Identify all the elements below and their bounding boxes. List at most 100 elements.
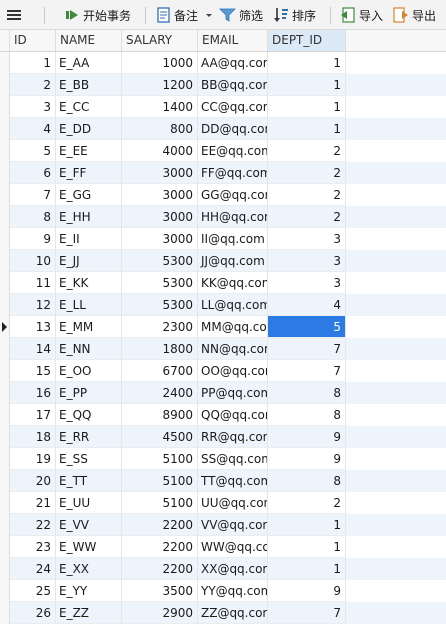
cell-email[interactable]: GG@qq.com bbox=[198, 184, 268, 206]
row-indicator[interactable] bbox=[0, 184, 10, 206]
cell-email[interactable]: MM@qq.com bbox=[198, 316, 268, 338]
table-row[interactable]: 19 E_SS 5100 SS@qq.com 9 bbox=[0, 448, 446, 470]
cell-email[interactable]: OO@qq.com bbox=[198, 360, 268, 382]
cell-id[interactable]: 9 bbox=[10, 228, 56, 250]
cell-dept-id[interactable]: 1 bbox=[268, 536, 346, 558]
cell-email[interactable]: WW@qq.com bbox=[198, 536, 268, 558]
cell-salary[interactable]: 5100 bbox=[122, 448, 198, 470]
table-row[interactable]: 23E_WW2200WW@qq.com1 bbox=[0, 536, 446, 558]
cell-dept-id[interactable]: 2 bbox=[268, 162, 346, 184]
cell-name[interactable]: E_II bbox=[56, 228, 122, 250]
cell-dept-id[interactable]: 3 bbox=[268, 272, 346, 294]
column-header-dept-id[interactable]: DEPT_ID bbox=[268, 30, 346, 51]
table-row[interactable]: 22 E_VV 2200 VV@qq.com 1 bbox=[0, 514, 446, 536]
cell-dept-id[interactable]: 2 bbox=[268, 206, 346, 228]
cell-dept-id[interactable]: 2 bbox=[268, 492, 346, 514]
table-row[interactable]: 15E_OO6700OO@qq.com7 bbox=[0, 360, 446, 382]
cell-salary[interactable]: 3000 bbox=[122, 228, 198, 250]
row-indicator[interactable] bbox=[0, 272, 10, 294]
row-indicator[interactable] bbox=[0, 52, 10, 74]
cell-name[interactable]: E_HH bbox=[56, 206, 122, 228]
cell-salary[interactable]: 6700 bbox=[122, 360, 198, 382]
cell-name[interactable]: E_PP bbox=[56, 382, 122, 404]
cell-email[interactable]: UU@qq.com bbox=[198, 492, 268, 514]
row-indicator[interactable] bbox=[0, 74, 10, 96]
cell-id[interactable]: 5 bbox=[10, 140, 56, 162]
cell-id[interactable]: 22 bbox=[10, 514, 56, 536]
cell-id[interactable]: 14 bbox=[10, 338, 56, 360]
cell-salary[interactable]: 1800 bbox=[122, 338, 198, 360]
cell-id[interactable]: 24 bbox=[10, 558, 56, 580]
table-row[interactable]: 17E_QQ8900QQ@qq.com8 bbox=[0, 404, 446, 426]
cell-dept-id[interactable]: 3 bbox=[268, 228, 346, 250]
table-row[interactable]: 6 E_FF 3000 FF@qq.com 2 bbox=[0, 162, 446, 184]
cell-id[interactable]: 12 bbox=[10, 294, 56, 316]
cell-email[interactable]: HH@qq.com bbox=[198, 206, 268, 228]
cell-dept-id[interactable]: 2 bbox=[268, 184, 346, 206]
row-indicator[interactable] bbox=[0, 250, 10, 272]
cell-id[interactable]: 2 bbox=[10, 74, 56, 96]
row-indicator[interactable] bbox=[0, 514, 10, 536]
cell-id[interactable]: 21 bbox=[10, 492, 56, 514]
cell-email[interactable]: EE@qq.com bbox=[198, 140, 268, 162]
cell-salary[interactable]: 2200 bbox=[122, 536, 198, 558]
cell-salary[interactable]: 2400 bbox=[122, 382, 198, 404]
table-row[interactable]: 4E_DD800DD@qq.com1 bbox=[0, 118, 446, 140]
cell-name[interactable]: E_YY bbox=[56, 580, 122, 602]
table-row[interactable]: 2 E_BB 1200 BB@qq.com 1 bbox=[0, 74, 446, 96]
row-indicator[interactable] bbox=[0, 294, 10, 316]
cell-dept-id[interactable]: 1 bbox=[268, 514, 346, 536]
cell-email[interactable]: TT@qq.com bbox=[198, 470, 268, 492]
cell-name[interactable]: E_RR bbox=[56, 426, 122, 448]
cell-salary[interactable]: 8900 bbox=[122, 404, 198, 426]
row-indicator[interactable] bbox=[0, 206, 10, 228]
data-grid[interactable]: ID NAME SALARY EMAIL DEPT_ID 1 E_AA 1000 AA… bbox=[0, 30, 446, 643]
cell-dept-id[interactable]: 9 bbox=[268, 580, 346, 602]
filter-button[interactable]: 筛选 bbox=[219, 5, 263, 25]
cell-id[interactable]: 8 bbox=[10, 206, 56, 228]
cell-name[interactable]: E_BB bbox=[56, 74, 122, 96]
note-button[interactable]: 备注 bbox=[156, 5, 214, 25]
cell-dept-id[interactable]: 9 bbox=[268, 426, 346, 448]
cell-dept-id[interactable]: 7 bbox=[268, 338, 346, 360]
row-indicator[interactable] bbox=[0, 580, 10, 602]
cell-name[interactable]: E_EE bbox=[56, 140, 122, 162]
cell-name[interactable]: E_ZZ bbox=[56, 602, 122, 624]
cell-email[interactable]: ZZ@qq.com bbox=[198, 602, 268, 624]
cell-email[interactable]: JJ@qq.com bbox=[198, 250, 268, 272]
cell-salary[interactable]: 2900 bbox=[122, 602, 198, 624]
cell-id[interactable]: 10 bbox=[10, 250, 56, 272]
table-row[interactable]: 7E_GG3000GG@qq.com2 bbox=[0, 184, 446, 206]
cell-email[interactable]: KK@qq.com bbox=[198, 272, 268, 294]
cell-email[interactable]: BB@qq.com bbox=[198, 74, 268, 96]
row-indicator[interactable] bbox=[0, 228, 10, 250]
row-indicator[interactable] bbox=[0, 338, 10, 360]
table-row[interactable]: 9 E_II 3000 II@qq.com 3 bbox=[0, 228, 446, 250]
cell-salary[interactable]: 5100 bbox=[122, 470, 198, 492]
cell-id[interactable]: 15 bbox=[10, 360, 56, 382]
cell-id[interactable]: 23 bbox=[10, 536, 56, 558]
table-row[interactable]: 25 E_YY 3500 YY@qq.com 9 bbox=[0, 580, 446, 602]
row-indicator[interactable] bbox=[0, 118, 10, 140]
cell-id[interactable]: 3 bbox=[10, 96, 56, 118]
table-row[interactable]: 24 E_XX 2200 XX@qq.com 1 bbox=[0, 558, 446, 580]
cell-salary[interactable]: 1000 bbox=[122, 52, 198, 74]
cell-salary[interactable]: 3000 bbox=[122, 162, 198, 184]
cell-name[interactable]: E_VV bbox=[56, 514, 122, 536]
table-row[interactable]: 21 E_UU 5100 UU@qq.com 2 bbox=[0, 492, 446, 514]
cell-salary[interactable]: 4500 bbox=[122, 426, 198, 448]
cell-dept-id[interactable]: 8 bbox=[268, 470, 346, 492]
column-header-salary[interactable]: SALARY bbox=[122, 30, 198, 51]
cell-email[interactable]: RR@qq.com bbox=[198, 426, 268, 448]
cell-dept-id[interactable]: 1 bbox=[268, 74, 346, 96]
table-row[interactable]: 5 E_EE 4000 EE@qq.com 2 bbox=[0, 140, 446, 162]
cell-salary[interactable]: 5300 bbox=[122, 272, 198, 294]
caret-down-icon[interactable] bbox=[204, 7, 214, 23]
sort-button[interactable]: 排序 bbox=[273, 5, 316, 25]
row-indicator[interactable] bbox=[0, 536, 10, 558]
column-header-name[interactable]: NAME bbox=[56, 30, 122, 51]
cell-salary[interactable]: 2300 bbox=[122, 316, 198, 338]
cell-name[interactable]: E_SS bbox=[56, 448, 122, 470]
column-header-email[interactable]: EMAIL bbox=[198, 30, 268, 51]
cell-salary[interactable]: 800 bbox=[122, 118, 198, 140]
